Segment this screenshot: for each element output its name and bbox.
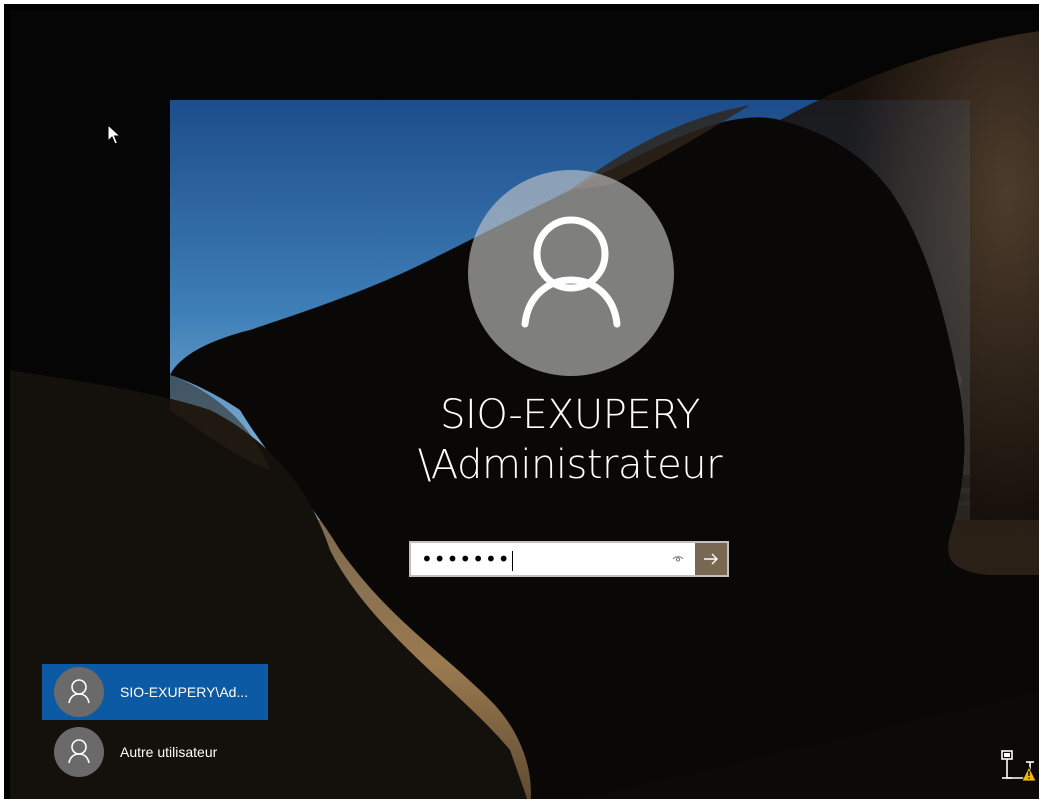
user-list-item-other-user[interactable]: Autre utilisateur xyxy=(42,724,268,780)
mouse-cursor-icon xyxy=(107,123,122,150)
text-caret xyxy=(511,550,513,571)
password-value: ••••••• xyxy=(421,547,513,571)
user-icon xyxy=(521,216,621,328)
user-list-item-label: SIO-EXUPERY\Ad... xyxy=(120,684,249,700)
network-warning-icon[interactable] xyxy=(998,748,1038,784)
user-avatar-small xyxy=(54,727,104,777)
user-list-item-label: Autre utilisateur xyxy=(120,744,218,760)
password-input[interactable]: ••••••• xyxy=(411,543,695,575)
password-field-group: ••••••• xyxy=(409,541,729,577)
screen-frame: SIO-EXUPERY \Administrateur ••••••• SIO-… xyxy=(0,0,1043,803)
submit-button[interactable] xyxy=(695,543,727,575)
arrow-right-icon xyxy=(704,553,718,565)
login-username: SIO-EXUPERY \Administrateur xyxy=(310,390,830,490)
username-line-1: SIO-EXUPERY xyxy=(440,392,700,438)
user-avatar-small xyxy=(54,667,104,717)
user-avatar-large xyxy=(468,170,674,376)
username-line-2: \Administrateur xyxy=(417,442,723,488)
user-list-item-administrator[interactable]: SIO-EXUPERY\Ad... xyxy=(42,664,268,720)
eye-icon[interactable] xyxy=(667,555,689,563)
user-icon xyxy=(68,679,90,704)
user-icon xyxy=(68,739,90,764)
screen-content: SIO-EXUPERY \Administrateur ••••••• SIO-… xyxy=(8,8,1039,799)
